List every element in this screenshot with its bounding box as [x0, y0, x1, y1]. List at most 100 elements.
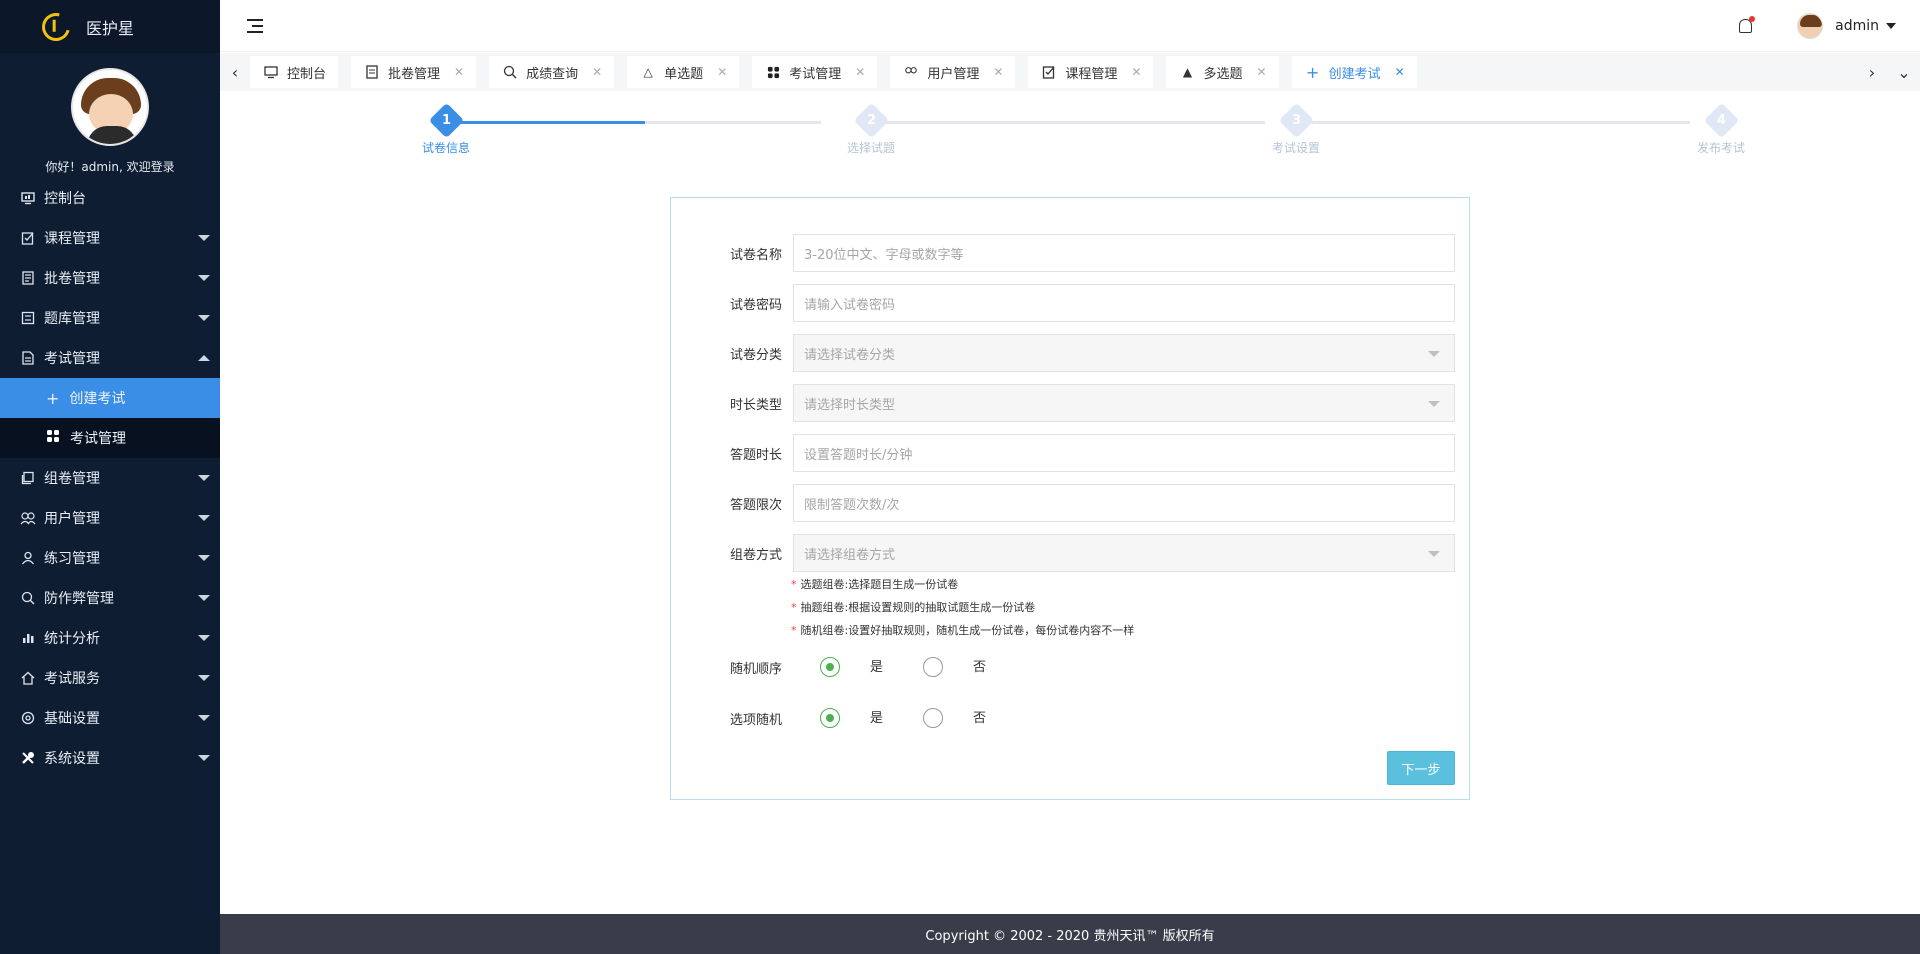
step-4: 4 发布考试 — [1681, 102, 1761, 156]
paper-name-input[interactable]: 3-20位中文、字母或数字等 — [793, 234, 1455, 272]
step-number-badge: 2 — [853, 102, 889, 139]
tab-marking[interactable]: 批卷管理 ✕ — [351, 56, 477, 88]
sidebar-subitem-create-exam[interactable]: + 创建考试 — [0, 378, 220, 418]
close-icon[interactable]: ✕ — [855, 65, 865, 79]
field-label: 选项随机 — [729, 712, 782, 728]
footer: Copyright © 2002 - 2020 贵州天讯™ 版权所有 — [220, 914, 1920, 954]
sidebar-item-users[interactable]: 用户管理 — [0, 498, 220, 538]
tab-users[interactable]: 用户管理 ✕ — [890, 56, 1016, 88]
step-label: 试卷信息 — [421, 141, 470, 155]
tab-single-choice[interactable]: △ 单选题 ✕ — [627, 56, 740, 88]
avatar[interactable] — [1797, 12, 1824, 39]
note-item: * 选题组卷:选择题目生成一份试卷 — [791, 578, 959, 591]
top-header: admin — [220, 0, 1920, 52]
sidebar-item-exam-service[interactable]: 考试服务 — [0, 658, 220, 698]
random-order-yes-radio[interactable] — [820, 657, 840, 677]
search-icon — [503, 65, 517, 79]
tab-scores[interactable]: 成绩查询 ✕ — [489, 56, 615, 88]
user-name[interactable]: admin — [1835, 18, 1879, 34]
sidebar-subitem-exam-manage[interactable]: 考试管理 — [0, 418, 220, 458]
tab-multi-choice[interactable]: ▲ 多选题 ✕ — [1166, 56, 1279, 88]
sidebar-item-course[interactable]: 课程管理 — [0, 218, 220, 258]
field-label: 答题时长 — [729, 447, 782, 463]
brand[interactable]: 医护星 — [0, 0, 220, 53]
field-answer-duration: 答题时长 设置答题时长/分钟 — [711, 434, 1455, 472]
tabs-scroll-left-icon[interactable]: ‹ — [220, 53, 250, 91]
option-random-group: 选项随机 是 否 — [711, 703, 1026, 733]
marking-icon — [365, 65, 379, 79]
sidebar-item-label: 批卷管理 — [44, 271, 100, 287]
exam-icon — [20, 350, 36, 366]
sidebar-item-label: 题库管理 — [44, 311, 100, 327]
tab-exam-manage[interactable]: 考试管理 ✕ — [752, 56, 878, 88]
sidebar-menu: 控制台 课程管理 批卷管理 题库管理 考试管理 + 创建考试 考试管理 组卷管理… — [0, 178, 220, 778]
radio-label[interactable]: 是 — [870, 707, 883, 726]
radio-label[interactable]: 是 — [870, 656, 883, 675]
field-label: 试卷分类 — [729, 347, 782, 363]
tab-create-exam[interactable]: + 创建考试 ✕ — [1291, 56, 1417, 88]
select-placeholder: 请选择试卷分类 — [804, 347, 896, 363]
sidebar-item-label: 考试服务 — [44, 671, 100, 687]
sidebar-item-label: 用户管理 — [44, 511, 100, 527]
close-icon[interactable]: ✕ — [1395, 65, 1405, 79]
plus-icon: + — [1305, 62, 1320, 82]
chevron-down-icon[interactable] — [1886, 22, 1896, 29]
paper-method-select[interactable]: 请选择组卷方式 — [793, 534, 1455, 572]
radio-label[interactable]: 否 — [973, 707, 986, 726]
random-order-no-radio[interactable] — [923, 657, 944, 677]
sidebar-item-stats[interactable]: 统计分析 — [0, 618, 220, 658]
paper-icon — [20, 470, 36, 486]
chevron-down-icon — [198, 755, 210, 761]
monitor-icon — [20, 190, 36, 206]
tabs-menu-chevron-down-icon[interactable]: ⌄ — [1888, 53, 1920, 91]
close-icon[interactable]: ✕ — [454, 65, 464, 79]
field-paper-password: 试卷密码 请输入试卷密码 — [711, 284, 1455, 322]
step-label: 考试设置 — [1271, 141, 1320, 155]
sidebar-item-anti-cheat[interactable]: 防作弊管理 — [0, 578, 220, 618]
sidebar-item-label: 防作弊管理 — [44, 591, 114, 607]
close-icon[interactable]: ✕ — [717, 65, 727, 79]
tab-dashboard[interactable]: 控制台 — [250, 56, 339, 88]
close-icon[interactable]: ✕ — [1257, 65, 1267, 79]
chevron-up-icon — [198, 355, 210, 361]
field-paper-category: 试卷分类 请选择试卷分类 — [711, 334, 1455, 372]
bar-chart-icon — [20, 630, 36, 646]
close-icon[interactable]: ✕ — [1131, 65, 1141, 79]
next-step-button[interactable]: 下一步 — [1387, 751, 1455, 785]
avatar[interactable] — [71, 68, 149, 146]
sidebar-item-label: 系统设置 — [44, 751, 100, 767]
answer-limit-input[interactable]: 限制答题次数/次 — [793, 484, 1455, 522]
menu-toggle-icon[interactable] — [247, 18, 263, 33]
sidebar-item-marking[interactable]: 批卷管理 — [0, 258, 220, 298]
paper-password-input[interactable]: 请输入试卷密码 — [793, 284, 1455, 322]
sidebar-item-label: 考试管理 — [44, 351, 100, 367]
chevron-down-icon — [198, 315, 210, 321]
monitor-icon — [264, 65, 278, 79]
sidebar-item-paper[interactable]: 组卷管理 — [0, 458, 220, 498]
sidebar-item-question-bank[interactable]: 题库管理 — [0, 298, 220, 338]
sidebar-item-dashboard[interactable]: 控制台 — [0, 178, 220, 218]
close-icon[interactable]: ✕ — [592, 65, 602, 79]
bell-icon[interactable] — [1737, 15, 1756, 34]
option-random-yes-radio[interactable] — [820, 708, 840, 728]
sidebar-item-basic-settings[interactable]: 基础设置 — [0, 698, 220, 738]
home-icon — [20, 670, 36, 686]
tabs-scroll-right-icon[interactable]: › — [1856, 53, 1888, 91]
sidebar-item-practice[interactable]: 练习管理 — [0, 538, 220, 578]
tab-course[interactable]: 课程管理 ✕ — [1028, 56, 1154, 88]
option-random-no-radio[interactable] — [923, 708, 944, 728]
field-label: 答题限次 — [729, 497, 782, 513]
sidebar-item-exam[interactable]: 考试管理 — [0, 338, 220, 378]
step-number-badge: 1 — [428, 102, 464, 139]
chevron-down-icon — [198, 475, 210, 481]
sidebar-item-label: 练习管理 — [44, 551, 100, 567]
sidebar-item-system-settings[interactable]: 系统设置 — [0, 738, 220, 778]
chevron-down-icon — [198, 635, 210, 641]
chevron-down-icon — [198, 515, 210, 521]
paper-category-select[interactable]: 请选择试卷分类 — [793, 334, 1455, 372]
duration-type-select[interactable]: 请选择时长类型 — [793, 384, 1455, 422]
app-title: 医护星 — [86, 18, 135, 38]
answer-duration-input[interactable]: 设置答题时长/分钟 — [793, 434, 1455, 472]
close-icon[interactable]: ✕ — [993, 65, 1003, 79]
radio-label[interactable]: 否 — [973, 656, 986, 675]
